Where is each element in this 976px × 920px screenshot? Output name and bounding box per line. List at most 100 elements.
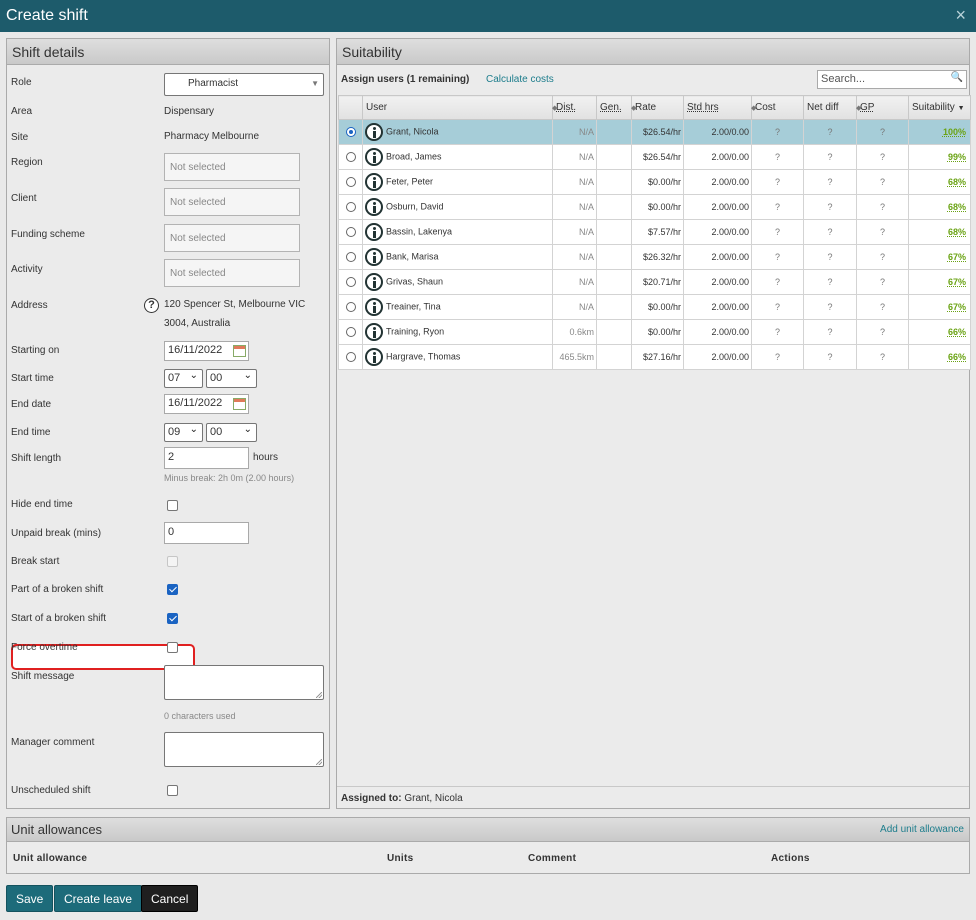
end-date-input[interactable]: 16/11/2022 [164, 394, 249, 414]
start-broken-shift-checkbox[interactable] [167, 613, 178, 624]
row-select-cell[interactable] [338, 294, 363, 320]
row-select-cell[interactable] [338, 144, 363, 170]
calendar-icon[interactable] [233, 345, 246, 357]
gp-cell: ? [856, 194, 909, 220]
info-icon[interactable] [365, 298, 383, 316]
info-icon[interactable] [365, 123, 383, 141]
row-select-cell[interactable] [338, 344, 363, 370]
force-overtime-checkbox[interactable] [167, 642, 178, 653]
table-row[interactable]: Bank, Marisa N/A $26.32/hr 2.00/0.00??? 67% [338, 244, 971, 270]
row-radio[interactable] [345, 252, 356, 263]
row-select-cell[interactable] [338, 219, 363, 245]
info-icon[interactable] [365, 248, 383, 266]
search-input[interactable]: Search... 🔍 [817, 70, 967, 89]
gp-column-header[interactable]: ◆ GP [856, 95, 909, 120]
row-radio[interactable] [345, 327, 356, 338]
cost-cell: ? [751, 144, 804, 170]
close-icon[interactable]: × [955, 5, 966, 26]
std-hrs-column-header[interactable]: Std hrs [683, 95, 752, 120]
shift-length-input[interactable]: 2 [164, 447, 249, 469]
role-select[interactable]: Pharmacist ▼ [164, 73, 324, 96]
start-broken-shift-label: Start of a broken shift [11, 613, 107, 624]
suitability-column-header[interactable]: Suitability ▼ [908, 95, 971, 120]
rate-column-header[interactable]: ◆ Rate [631, 95, 684, 120]
table-row[interactable]: Feter, Peter N/A $0.00/hr 2.00/0.00??? 68% [338, 169, 971, 195]
shift-message-textarea[interactable] [164, 665, 324, 700]
search-icon[interactable]: 🔍 [951, 72, 963, 83]
info-icon[interactable] [365, 273, 383, 291]
info-icon[interactable] [365, 198, 383, 216]
info-icon[interactable] [365, 173, 383, 191]
table-row[interactable]: Bassin, Lakenya N/A $7.57/hr 2.00/0.00??? 68… [338, 219, 971, 245]
end-minute-value: 00 [210, 426, 223, 438]
end-minute-select[interactable]: 00 ⌄ [206, 423, 257, 442]
suitability-value[interactable]: 99% [948, 152, 968, 162]
row-select-cell[interactable] [338, 244, 363, 270]
gen-column-header[interactable]: Gen. [596, 95, 632, 120]
hide-end-time-checkbox[interactable] [167, 500, 178, 511]
info-icon[interactable] [365, 348, 383, 366]
funding-scheme-field[interactable]: Not selected [164, 224, 300, 252]
row-radio[interactable] [345, 152, 356, 163]
suitability-value[interactable]: 68% [948, 227, 968, 237]
table-row[interactable]: Treainer, Tina N/A $0.00/hr 2.00/0.00??? 67% [338, 294, 971, 320]
unpaid-break-input[interactable]: 0 [164, 522, 249, 544]
info-icon[interactable] [365, 323, 383, 341]
unscheduled-shift-checkbox[interactable] [167, 785, 178, 796]
manager-comment-textarea[interactable] [164, 732, 324, 767]
row-radio[interactable] [345, 227, 356, 238]
row-select-cell[interactable] [338, 319, 363, 345]
end-hour-select[interactable]: 09 ⌄ [164, 423, 203, 442]
row-radio[interactable] [345, 127, 356, 138]
activity-field[interactable]: Not selected [164, 259, 300, 287]
row-radio[interactable] [345, 277, 356, 288]
cost-column-header[interactable]: ◆ Cost [751, 95, 804, 120]
suitability-value[interactable]: 67% [948, 302, 968, 312]
user-column-header[interactable]: User [362, 95, 553, 120]
region-field[interactable]: Not selected [164, 153, 300, 181]
suitability-value[interactable]: 68% [948, 177, 968, 187]
row-select-cell[interactable] [338, 269, 363, 295]
row-radio[interactable] [345, 352, 356, 363]
suitability-value[interactable]: 67% [948, 277, 968, 287]
client-field[interactable]: Not selected [164, 188, 300, 216]
suitability-value[interactable]: 68% [948, 202, 968, 212]
suitability-value[interactable]: 67% [948, 252, 968, 262]
cancel-button[interactable]: Cancel [141, 885, 199, 912]
start-minute-select[interactable]: 00 ⌄ [206, 369, 257, 388]
calendar-icon[interactable] [233, 398, 246, 410]
info-icon[interactable] [365, 148, 383, 166]
starting-on-input[interactable]: 16/11/2022 [164, 341, 249, 361]
suitability-value[interactable]: 66% [948, 327, 968, 337]
dist-column-header[interactable]: ◆ Dist. [552, 95, 597, 120]
row-select-cell[interactable] [338, 119, 363, 145]
table-row[interactable]: Hargrave, Thomas 465.5km $27.16/hr 2.00/0.0… [338, 344, 971, 370]
table-row[interactable]: Osburn, David N/A $0.00/hr 2.00/0.00??? 68% [338, 194, 971, 220]
table-row[interactable]: Grivas, Shaun N/A $20.71/hr 2.00/0.00??? 67% [338, 269, 971, 295]
user-cell: Bassin, Lakenya [362, 219, 553, 245]
std-hrs-cell: 2.00/0.00 [683, 294, 752, 320]
calculate-costs-link[interactable]: Calculate costs [486, 74, 554, 85]
info-icon[interactable] [365, 223, 383, 241]
row-radio[interactable] [345, 177, 356, 188]
break-start-checkbox [167, 556, 178, 567]
table-row[interactable]: Broad, James N/A $26.54/hr 2.00/0.00??? 99% [338, 144, 971, 170]
user-cell: Broad, James [362, 144, 553, 170]
std-hrs-cell: 2.00/0.00 [683, 344, 752, 370]
row-select-cell[interactable] [338, 194, 363, 220]
save-button[interactable]: Save [6, 885, 54, 912]
help-icon[interactable]: ? [144, 298, 159, 313]
create-leave-button[interactable]: Create leave [54, 885, 143, 912]
suitability-value[interactable]: 66% [948, 352, 968, 362]
net-diff-column-header[interactable]: Net diff [803, 95, 857, 120]
start-hour-select[interactable]: 07 ⌄ [164, 369, 203, 388]
row-radio[interactable] [345, 302, 356, 313]
suitability-value[interactable]: 100% [943, 127, 968, 137]
row-select-cell[interactable] [338, 169, 363, 195]
row-radio[interactable] [345, 202, 356, 213]
table-row[interactable]: Grant, Nicola N/A $26.54/hr 2.00/0.00??? 100… [338, 119, 971, 145]
add-unit-allowance-link[interactable]: Add unit allowance [880, 824, 964, 835]
std-hrs-cell: 2.00/0.00 [683, 194, 752, 220]
part-broken-shift-checkbox[interactable] [167, 584, 178, 595]
table-row[interactable]: Training, Ryon 0.6km $0.00/hr 2.00/0.00??? 6… [338, 319, 971, 345]
